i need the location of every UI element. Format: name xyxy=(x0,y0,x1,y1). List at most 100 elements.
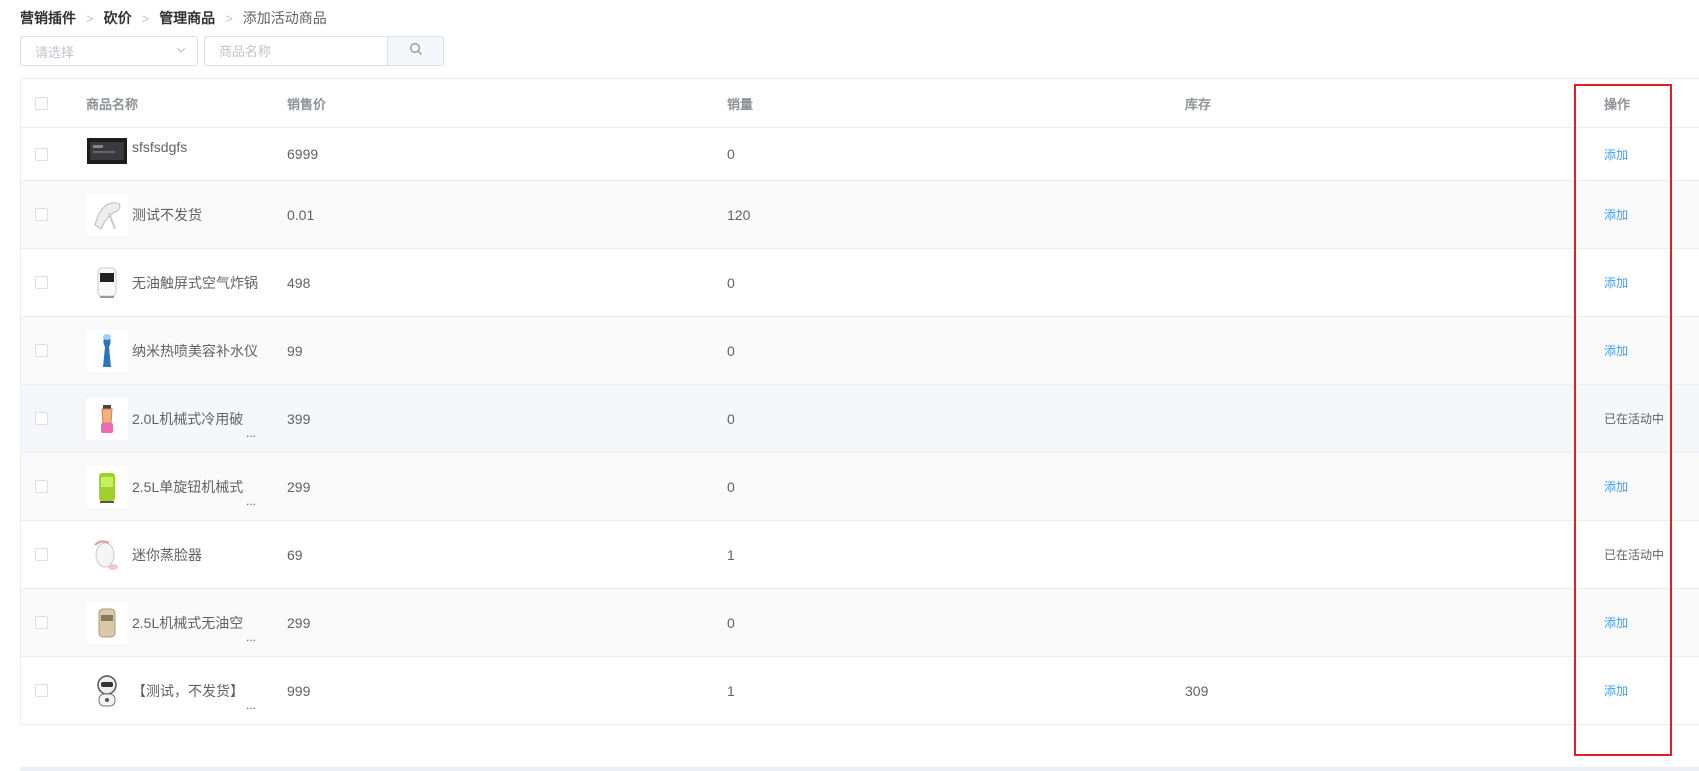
search-button[interactable] xyxy=(387,36,444,66)
product-price: 6999 xyxy=(287,146,319,162)
operation-cell: 已在活动中 xyxy=(1604,385,1664,452)
product-cell: 纳米热喷美容补水仪 xyxy=(86,317,266,384)
product-cell: 迷你蒸脸器 xyxy=(86,521,266,588)
add-product-link[interactable]: 添加 xyxy=(1604,478,1628,495)
name-truncation-ellipsis: ... xyxy=(245,697,256,712)
product-table: 商品名称 销售价 销量 库存 操作 sfsfsdgfs 6999 0 添加 测试不发货 0… xyxy=(20,78,1699,725)
product-name: 【测试，不发货】... xyxy=(132,682,256,712)
table-row: 无油触屏式空气炸锅 498 0 添加 xyxy=(21,249,1699,317)
header-price: 销售价 xyxy=(287,96,327,112)
product-thumbnail xyxy=(86,397,128,440)
table-row: 2.0L机械式冷用破... 399 0 已在活动中 xyxy=(21,385,1699,453)
add-product-link[interactable]: 添加 xyxy=(1604,206,1628,223)
row-checkbox[interactable] xyxy=(35,147,48,161)
product-sales: 120 xyxy=(727,206,751,223)
product-price: 69 xyxy=(287,546,303,563)
product-cell: 【测试，不发货】... xyxy=(86,657,266,724)
chevron-down-icon xyxy=(175,44,187,59)
product-name: 迷你蒸脸器 xyxy=(132,546,202,563)
product-sales: 1 xyxy=(727,682,735,699)
product-thumbnail xyxy=(86,669,128,712)
already-in-activity-label: 已在活动中 xyxy=(1604,412,1665,426)
breadcrumb: 营销插件 > 砍价 > 管理商品 > 添加活动商品 xyxy=(20,8,327,28)
row-checkbox-cell xyxy=(35,249,48,316)
breadcrumb-item-bargain[interactable]: 砍价 xyxy=(104,8,132,28)
add-product-link[interactable]: 添加 xyxy=(1604,342,1628,359)
product-name-search-input[interactable] xyxy=(204,36,387,66)
select-all-cell xyxy=(35,79,48,127)
product-name: sfsfsdgfs xyxy=(132,139,188,155)
add-product-link[interactable]: 添加 xyxy=(1604,274,1628,291)
product-price: 299 xyxy=(287,478,311,495)
breadcrumb-item-marketing[interactable]: 营销插件 xyxy=(20,8,76,28)
header-stock: 库存 xyxy=(1185,96,1212,112)
breadcrumb-item-manage-products[interactable]: 管理商品 xyxy=(159,8,215,28)
product-stock: 309 xyxy=(1185,682,1209,699)
add-product-link[interactable]: 添加 xyxy=(1604,614,1628,631)
filter-toolbar: 请选择 xyxy=(20,36,444,66)
product-sales: 0 xyxy=(727,342,735,359)
table-row: 纳米热喷美容补水仪 99 0 添加 xyxy=(21,317,1699,385)
product-name: 无油触屏式空气炸锅 xyxy=(132,274,258,291)
row-checkbox-cell xyxy=(35,657,48,724)
operation-cell: 已在活动中 xyxy=(1604,521,1664,588)
product-sales: 0 xyxy=(727,478,735,495)
operation-cell: 添加 xyxy=(1604,128,1628,180)
row-checkbox-cell xyxy=(35,589,48,656)
row-checkbox[interactable] xyxy=(35,276,48,289)
search-icon xyxy=(409,42,423,61)
operation-cell: 添加 xyxy=(1604,589,1628,656)
product-cell: 无油触屏式空气炸锅 xyxy=(86,249,266,316)
product-price: 999 xyxy=(287,682,311,699)
row-checkbox[interactable] xyxy=(35,480,48,493)
product-price: 498 xyxy=(287,274,311,291)
operation-cell: 添加 xyxy=(1604,453,1628,520)
header-sales: 销量 xyxy=(727,96,754,112)
select-all-checkbox[interactable] xyxy=(35,96,48,110)
table-row: 测试不发货 0.01 120 添加 xyxy=(21,181,1699,249)
operation-cell: 添加 xyxy=(1604,181,1628,248)
table-header-row: 商品名称 销售价 销量 库存 操作 xyxy=(21,79,1699,128)
product-thumbnail xyxy=(86,533,128,576)
product-thumbnail xyxy=(86,138,128,164)
row-checkbox[interactable] xyxy=(35,616,48,629)
operation-cell: 添加 xyxy=(1604,317,1628,384)
row-checkbox-cell xyxy=(35,453,48,520)
table-row: 迷你蒸脸器 69 1 已在活动中 xyxy=(21,521,1699,589)
product-sales: 0 xyxy=(727,410,735,427)
category-select-placeholder: 请选择 xyxy=(35,44,75,60)
product-cell: 2.5L单旋钮机械式... xyxy=(86,453,266,520)
row-checkbox[interactable] xyxy=(35,548,48,561)
product-sales: 0 xyxy=(727,146,735,162)
product-name: 测试不发货 xyxy=(132,206,202,223)
row-checkbox[interactable] xyxy=(35,412,48,425)
row-checkbox-cell xyxy=(35,128,48,180)
product-sales: 0 xyxy=(727,614,735,631)
product-thumbnail xyxy=(86,261,128,304)
row-checkbox[interactable] xyxy=(35,684,48,697)
product-name: 2.5L单旋钮机械式... xyxy=(132,478,256,508)
row-checkbox-cell xyxy=(35,521,48,588)
operation-cell: 添加 xyxy=(1604,249,1628,316)
product-price: 399 xyxy=(287,410,311,427)
table-row: sfsfsdgfs 6999 0 添加 xyxy=(21,128,1699,181)
add-product-link[interactable]: 添加 xyxy=(1604,146,1628,163)
row-checkbox[interactable] xyxy=(35,344,48,357)
name-truncation-ellipsis: ... xyxy=(245,493,256,508)
name-truncation-ellipsis: ... xyxy=(245,425,256,440)
product-price: 99 xyxy=(287,342,303,359)
breadcrumb-item-current: 添加活动商品 xyxy=(242,10,327,26)
operation-cell: 添加 xyxy=(1604,657,1628,724)
product-price: 0.01 xyxy=(287,206,315,223)
category-select[interactable]: 请选择 xyxy=(20,36,198,66)
table-row: 2.5L机械式无油空... 299 0 添加 xyxy=(21,589,1699,657)
horizontal-scrollbar[interactable] xyxy=(20,767,1699,771)
product-cell: 2.5L机械式无油空... xyxy=(86,589,266,656)
table-body: sfsfsdgfs 6999 0 添加 测试不发货 0.01 120 添加 无油触屏式空气炸锅 4… xyxy=(21,128,1699,725)
product-thumbnail xyxy=(86,465,128,508)
table-row: 2.5L单旋钮机械式... 299 0 添加 xyxy=(21,453,1699,521)
product-name: 2.5L机械式无油空... xyxy=(132,614,256,644)
row-checkbox[interactable] xyxy=(35,208,48,221)
product-thumbnail xyxy=(86,329,128,372)
add-product-link[interactable]: 添加 xyxy=(1604,682,1628,699)
